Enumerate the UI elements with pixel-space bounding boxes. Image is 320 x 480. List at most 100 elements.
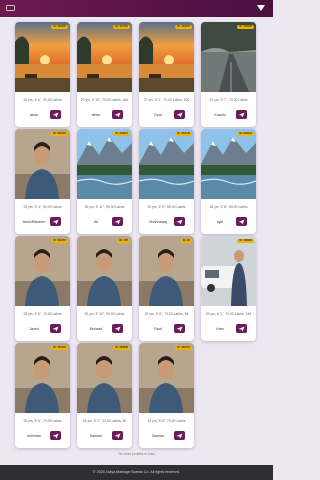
message-icon — [238, 112, 245, 117]
message-button[interactable] — [112, 324, 123, 333]
message-icon — [52, 326, 59, 331]
profile-name: Javed — [29, 327, 39, 331]
profile-photo[interactable] — [139, 236, 194, 306]
profile-card[interactable]: ID: 416917 35 yrs, 5' 11", 90,00 Lakhs Ali — [77, 129, 132, 234]
profile-photo[interactable] — [15, 129, 70, 199]
profile-card[interactable]: ID: 459250 27 yrs, 6' 1", 70,00 Lakhs, 10… — [139, 22, 194, 127]
profile-details: 31 yrs, 5' 7", 70,00 Lakhs — [209, 98, 248, 102]
message-button[interactable] — [112, 217, 123, 226]
message-button[interactable] — [174, 110, 185, 119]
profile-card[interactable]: ID: 96 32 yrs, 5' 5", 70,00 Lakhs, 64 Rauf — [139, 236, 194, 341]
profile-card[interactable]: ID: 394457 28 yrs, 5' 6", 70,00 Lakhs Jave… — [15, 236, 70, 341]
profile-details: 28 yrs, 5' 8", 90,00 Lakhs — [209, 205, 248, 209]
message-button[interactable] — [112, 431, 123, 440]
profile-card[interactable]: ID: 459006 25 yrs, 6' 1", 70,00 Lakhs, 44… — [201, 236, 256, 341]
message-icon — [238, 326, 245, 331]
profile-name: Kaushi — [214, 113, 226, 117]
message-icon — [114, 112, 121, 117]
profile-name: Mohsad — [89, 327, 103, 331]
message-button[interactable] — [112, 110, 123, 119]
profile-card[interactable]: ID: 459329 26 yrs, 5' 6", 90,00 Lakhs Isha… — [15, 22, 70, 127]
message-icon — [238, 219, 245, 224]
message-button[interactable] — [50, 431, 61, 440]
profile-details: 22 yrs, 5' 10", 70,00 Lakhs, 460 — [80, 98, 129, 102]
filter-icon[interactable] — [257, 5, 265, 11]
footer: © 2025 Zaliya Marriage Bureau Co. All ri… — [0, 465, 273, 480]
profile-name: Ali — [94, 220, 98, 224]
profile-photo[interactable] — [201, 129, 256, 199]
message-button[interactable] — [50, 217, 61, 226]
profile-card[interactable]: ID: 416998 31 yrs, 5' 7", 70,00 Lakhs Kaus… — [201, 22, 256, 127]
profile-photo[interactable] — [15, 22, 70, 92]
profile-id-badge: ID: 459006 — [237, 239, 254, 243]
message-button[interactable] — [236, 324, 247, 333]
profile-photo[interactable] — [77, 236, 132, 306]
profile-card[interactable]: ID: 459148 30 yrs, 5' 5", 90,00 Lakhs Shah… — [139, 129, 194, 234]
message-icon — [52, 219, 59, 224]
no-more-profiles-text: No more profiles to load — [118, 452, 155, 456]
profile-details: 24 yrs, 5' 8", 70,00 Lakhs — [147, 419, 186, 423]
profile-photo[interactable] — [139, 22, 194, 92]
profile-id-badge: ID: 96 — [180, 239, 192, 243]
profile-details: 25 yrs, 6' 1", 70,00 Lakhs, 446 — [205, 312, 252, 316]
message-button[interactable] — [236, 217, 247, 226]
message-icon — [176, 433, 183, 438]
message-button[interactable] — [174, 217, 185, 226]
profile-id-badge: ID: 459031 — [237, 132, 254, 136]
profile-card[interactable]: ID: 417000 22 yrs, 5' 10", 70,00 Lakhs, 4… — [77, 22, 132, 127]
profile-name: Dyal — [154, 113, 162, 117]
profile-id-badge: ID: 416917 — [113, 132, 130, 136]
profile-photo[interactable] — [15, 236, 70, 306]
profile-details: 28 yrs, 5' 6", 70,00 Lakhs — [23, 312, 62, 316]
profile-photo[interactable] — [201, 22, 256, 92]
profile-name: Ishan — [91, 113, 101, 117]
profile-name: AbdulRaheem — [22, 220, 46, 224]
profile-photo[interactable] — [77, 129, 132, 199]
profile-details: 26 yrs, 5' 6", 70,00 Lakhs — [23, 419, 62, 423]
profile-details: 27 yrs, 6' 1", 70,00 Lakhs, 100 — [143, 98, 190, 102]
profile-photo[interactable] — [139, 129, 194, 199]
profile-id-badge: ID: 459191 — [51, 132, 68, 136]
profile-photo[interactable] — [15, 343, 70, 413]
top-bar — [0, 0, 273, 17]
profile-name: Imlimran — [27, 434, 41, 438]
profile-card[interactable]: ID: 389154 24 yrs, 5' 8", 70,00 Lakhs Salm… — [139, 343, 194, 448]
message-icon — [114, 433, 121, 438]
message-button[interactable] — [50, 324, 61, 333]
profile-id-badge: ID: 378 — [117, 239, 130, 243]
profile-id-badge: ID: 389154 — [175, 346, 192, 350]
profile-id-badge: ID: 457694 — [51, 346, 68, 350]
profile-card[interactable]: ID: 459191 29 yrs, 5' 4", 90,00 Lakhs Abdu… — [15, 129, 70, 234]
profile-details: 29 yrs, 5' 4", 90,00 Lakhs — [23, 205, 62, 209]
message-button[interactable] — [174, 324, 185, 333]
profile-photo[interactable] — [139, 343, 194, 413]
profile-details: 26 yrs, 5' 6", 90,00 Lakhs — [23, 98, 62, 102]
profile-name: Shahnawaj — [149, 220, 167, 224]
profile-card[interactable]: ID: 389986 44 yrs, 6' 2", 12,00 Lakhs, 60… — [77, 343, 132, 448]
profile-name: Salman — [151, 434, 165, 438]
profile-id-badge: ID: 459329 — [51, 25, 68, 29]
message-icon — [176, 112, 183, 117]
profile-photo[interactable] — [201, 236, 256, 306]
profile-photo[interactable] — [77, 343, 132, 413]
profile-card[interactable]: ID: 459031 28 yrs, 5' 8", 90,00 Lakhs Iqbl — [201, 129, 256, 234]
profile-name: Irfan — [216, 327, 224, 331]
profile-photo[interactable] — [77, 22, 132, 92]
profile-card[interactable]: ID: 457694 26 yrs, 5' 6", 70,00 Lakhs Imli… — [15, 343, 70, 448]
profile-card[interactable]: ID: 378 26 yrs, 5' 10", 90,00 Lakhs Mohsad — [77, 236, 132, 341]
message-icon — [114, 326, 121, 331]
profile-name: Iqbl — [217, 220, 223, 224]
profile-details: 30 yrs, 5' 5", 90,00 Lakhs — [147, 205, 186, 209]
message-button[interactable] — [236, 110, 247, 119]
profile-id-badge: ID: 459250 — [175, 25, 192, 29]
message-button[interactable] — [174, 431, 185, 440]
profile-id-badge: ID: 394457 — [51, 239, 68, 243]
message-button[interactable] — [50, 110, 61, 119]
message-icon — [176, 326, 183, 331]
profile-id-badge: ID: 389986 — [113, 346, 130, 350]
message-icon — [176, 219, 183, 224]
profile-name: Rauf — [154, 327, 162, 331]
logo-icon[interactable] — [6, 5, 15, 11]
profile-details: 26 yrs, 5' 10", 90,00 Lakhs — [84, 312, 125, 316]
profile-id-badge: ID: 459148 — [175, 132, 192, 136]
